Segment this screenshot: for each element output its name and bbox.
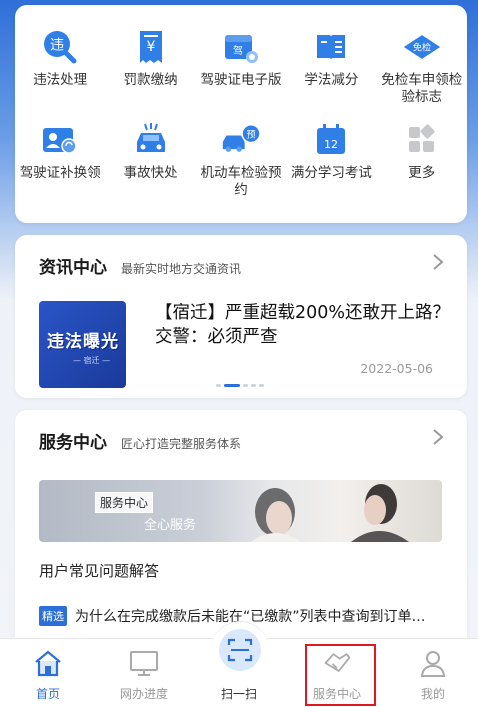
- tab-label: 扫一扫: [220, 687, 257, 701]
- section-title: 服务中心: [39, 433, 107, 453]
- inspection-exempt-icon: 免检: [402, 27, 442, 67]
- svg-text:¥: ¥: [146, 39, 155, 55]
- faq-question[interactable]: 为什么在完成缴款后未能在“已缴款”列表中查询到订单…: [75, 606, 447, 626]
- handshake-icon: [322, 648, 352, 678]
- grid-item-label: 罚款缴纳: [123, 72, 178, 88]
- news-headline[interactable]: 【宿迁】严重超载200%还敢开上路？交警：必须严查: [155, 301, 455, 349]
- service-center-card: 服务中心 匠心打造完整服务体系 服务中心 全心服务 用户常见问题解答 精选 为什…: [15, 410, 467, 650]
- accident-car-icon: [131, 120, 171, 160]
- carousel-dot: [243, 384, 248, 387]
- grid-item-label: 驾驶证电子版: [200, 72, 282, 88]
- svg-text:驾: 驾: [233, 45, 243, 57]
- svg-text:免检: 免检: [413, 42, 431, 54]
- fine-payment-icon: ¥: [131, 27, 171, 67]
- news-thumbnail[interactable]: 违法曝光 — 宿迁 —: [39, 301, 126, 388]
- function-grid: 违 违法处理 ¥ 罚款缴纳 驾 驾驶证电子版 学法减分 免检 免检车申领检验标志…: [15, 27, 467, 199]
- grid-item-inspection-exempt[interactable]: 免检 免检车申领检验标志: [377, 27, 467, 106]
- chevron-right-icon[interactable]: [431, 252, 445, 272]
- violation-search-icon: 违: [40, 27, 80, 67]
- news-section-header: 资讯中心 最新实时地方交通资讯: [39, 253, 241, 278]
- tab-scan[interactable]: 扫一扫: [191, 639, 287, 707]
- chevron-right-icon[interactable]: [431, 427, 445, 447]
- grid-item-violation[interactable]: 违 违法处理: [15, 27, 105, 106]
- thumbnail-subtitle: — 宿迁 —: [73, 356, 111, 365]
- svg-text:预: 预: [246, 129, 255, 140]
- tab-mine[interactable]: 我的: [385, 639, 478, 707]
- faq-title: 用户常见问题解答: [39, 562, 160, 580]
- banner-text: 全心服务: [144, 518, 197, 533]
- vehicle-inspection-booking-icon: 预: [221, 120, 261, 160]
- news-date: 2022-05-06: [360, 361, 433, 376]
- grid-item-e-license[interactable]: 驾 驾驶证电子版: [196, 27, 286, 106]
- grid-item-accident[interactable]: 事故快处: [105, 120, 195, 199]
- e-license-icon: 驾: [221, 27, 261, 67]
- banner-tag: 服务中心: [95, 492, 154, 513]
- grid-item-label: 学法减分: [304, 72, 359, 88]
- tab-service-center[interactable]: 服务中心: [289, 639, 385, 707]
- tab-label: 首页: [35, 687, 60, 701]
- license-renew-icon: [40, 120, 80, 160]
- grid-item-fine-payment[interactable]: ¥ 罚款缴纳: [105, 27, 195, 106]
- featured-badge: 精选: [39, 606, 67, 626]
- carousel-indicator: [216, 384, 264, 387]
- home-icon: [33, 648, 63, 678]
- section-title: 资讯中心: [39, 258, 107, 278]
- svg-text:违: 违: [50, 38, 64, 54]
- function-grid-card: 违 违法处理 ¥ 罚款缴纳 驾 驾驶证电子版 学法减分 免检 免检车申领检验标志…: [15, 5, 467, 223]
- grid-item-label: 免检车申领检验标志: [381, 72, 463, 105]
- service-banner[interactable]: 服务中心 全心服务: [39, 480, 442, 542]
- tab-label: 我的: [420, 687, 445, 701]
- carousel-dot: [216, 384, 221, 387]
- tab-label: 服务中心: [312, 687, 361, 701]
- carousel-dot-active: [224, 384, 240, 387]
- grid-item-label: 驾驶证补换领: [19, 165, 101, 181]
- grid-item-label: 更多: [408, 165, 436, 181]
- user-icon: [418, 648, 448, 678]
- tab-progress[interactable]: 网办进度: [96, 639, 192, 707]
- service-section-header: 服务中心 匠心打造完整服务体系: [39, 428, 241, 453]
- tab-home[interactable]: 首页: [0, 639, 96, 707]
- grid-item-vehicle-booking[interactable]: 预 机动车检验预约: [196, 120, 286, 199]
- grid-item-label: 满分学习考试: [290, 165, 372, 181]
- bottom-tab-bar: 首页 网办进度 扫一扫 服务中心 我的: [0, 621, 478, 707]
- grid-item-label: 机动车检验预约: [200, 165, 282, 198]
- svg-text:12: 12: [324, 138, 338, 151]
- carousel-dot: [259, 384, 264, 387]
- section-subtitle: 匠心打造完整服务体系: [121, 437, 242, 451]
- thumbnail-title: 违法曝光: [47, 332, 119, 352]
- calendar-exam-icon: 12: [311, 120, 351, 160]
- study-book-icon: [311, 27, 351, 67]
- carousel-dot: [251, 384, 256, 387]
- grid-item-label: 事故快处: [123, 165, 178, 181]
- grid-item-more[interactable]: 更多: [377, 120, 467, 199]
- grid-item-label: 违法处理: [33, 72, 88, 88]
- news-center-card: 资讯中心 最新实时地方交通资讯 违法曝光 — 宿迁 — 【宿迁】严重超载200%…: [15, 235, 467, 398]
- tab-label: 网办进度: [119, 687, 168, 701]
- monitor-icon: [129, 648, 159, 678]
- grid-item-study-reduce[interactable]: 学法减分: [286, 27, 376, 106]
- section-subtitle: 最新实时地方交通资讯: [121, 262, 242, 276]
- more-grid-icon: [402, 120, 442, 160]
- grid-item-license-renew[interactable]: 驾驶证补换领: [15, 120, 105, 199]
- grid-item-full-score-exam[interactable]: 12 满分学习考试: [286, 120, 376, 199]
